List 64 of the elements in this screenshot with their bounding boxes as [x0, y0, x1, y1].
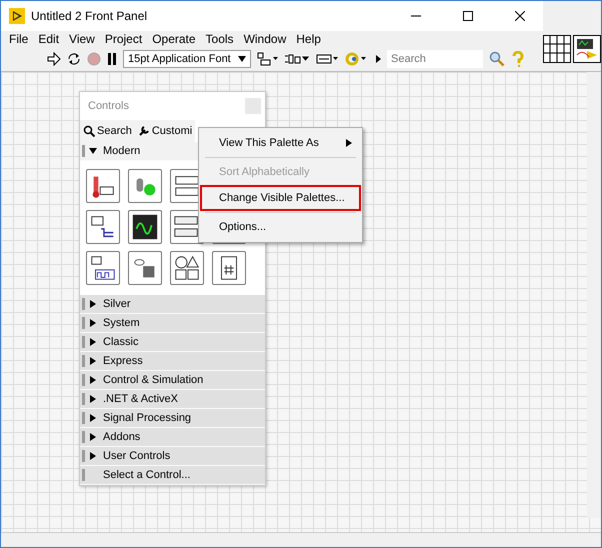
cube-control-icon[interactable] — [128, 251, 162, 285]
collapsed-arrow-icon[interactable] — [89, 300, 97, 308]
collapsed-arrow-icon[interactable] — [89, 376, 97, 384]
align-objects-icon[interactable] — [257, 52, 279, 66]
palette-category[interactable]: Express — [80, 352, 265, 371]
window-title: Untitled 2 Front Panel — [31, 9, 148, 23]
collapsed-arrow-icon[interactable] — [89, 452, 97, 460]
customize-tab[interactable]: Customi — [134, 120, 196, 142]
graph-control-icon[interactable] — [128, 210, 162, 244]
palette-category[interactable]: .NET & ActiveX — [80, 390, 265, 409]
menu-item[interactable]: Project — [100, 32, 148, 46]
menu-item[interactable]: Change Visible Palettes... — [200, 185, 361, 211]
palette-category[interactable]: System — [80, 314, 265, 333]
menu-item[interactable]: Edit — [33, 32, 64, 46]
palette-title: Controls — [88, 100, 129, 112]
pause-icon[interactable] — [107, 53, 117, 65]
menu-item[interactable]: Window — [238, 32, 292, 46]
search-tab[interactable]: Search — [80, 120, 135, 142]
collapsed-arrow-icon[interactable] — [89, 433, 97, 441]
menu-item[interactable]: Help — [291, 32, 326, 46]
document-control-icon[interactable] — [212, 251, 246, 285]
vi-icon[interactable] — [573, 35, 601, 63]
thermometer-control-icon[interactable] — [86, 169, 120, 203]
collapsed-arrow-icon[interactable] — [89, 338, 97, 346]
distribute-objects-icon[interactable] — [285, 52, 309, 66]
search-icon — [83, 125, 95, 137]
palette-category[interactable]: Silver — [80, 295, 265, 314]
horizontal-scrollbar[interactable] — [1, 532, 601, 547]
resize-objects-icon[interactable] — [315, 52, 339, 66]
run-arrow-icon[interactable] — [47, 52, 61, 66]
palette-category[interactable]: Control & Simulation — [80, 371, 265, 390]
menu-item[interactable]: Operate — [147, 32, 201, 46]
run-continuously-icon[interactable] — [67, 52, 81, 66]
maximize-icon — [463, 11, 473, 21]
collapsed-arrow-icon[interactable] — [89, 319, 97, 327]
computer-waveform-control-icon[interactable] — [86, 251, 120, 285]
search-arrow-icon — [375, 55, 381, 63]
menu-item: Sort Alphabetically — [218, 165, 310, 180]
expanded-arrow-icon[interactable] — [89, 147, 97, 155]
palette-category[interactable]: Classic — [80, 333, 265, 352]
wrench-icon — [138, 125, 150, 137]
collapsed-arrow-icon[interactable] — [89, 414, 97, 422]
collapsed-arrow-icon[interactable] — [89, 395, 97, 403]
vertical-scrollbar[interactable] — [587, 72, 601, 518]
collapsed-arrow-icon[interactable] — [89, 357, 97, 365]
list-tree-control-icon[interactable] — [86, 210, 120, 244]
search-field[interactable]: Search — [387, 50, 483, 68]
font-dropdown[interactable]: 15pt Application Font — [123, 50, 251, 68]
switch-led-control-icon[interactable] — [128, 169, 162, 203]
search-icon[interactable] — [489, 51, 505, 67]
expanded-arrow-icon[interactable] — [238, 55, 246, 63]
menu-item[interactable]: Options... — [200, 214, 361, 240]
palette-category[interactable]: Addons — [80, 428, 265, 447]
app-logo-icon — [9, 8, 25, 24]
close-icon — [515, 11, 525, 21]
shapes-control-icon[interactable] — [170, 251, 204, 285]
menu-item[interactable]: View — [64, 32, 100, 46]
menu-item[interactable]: File — [4, 32, 34, 46]
menu-item[interactable]: Tools — [200, 32, 239, 46]
connector-pane-icon[interactable] — [543, 35, 571, 63]
reorder-icon[interactable] — [345, 52, 369, 66]
palette-category[interactable]: User Controls — [80, 447, 265, 466]
palette-item[interactable]: Select a Control... — [80, 466, 265, 485]
palette-category[interactable]: Signal Processing — [80, 409, 265, 428]
